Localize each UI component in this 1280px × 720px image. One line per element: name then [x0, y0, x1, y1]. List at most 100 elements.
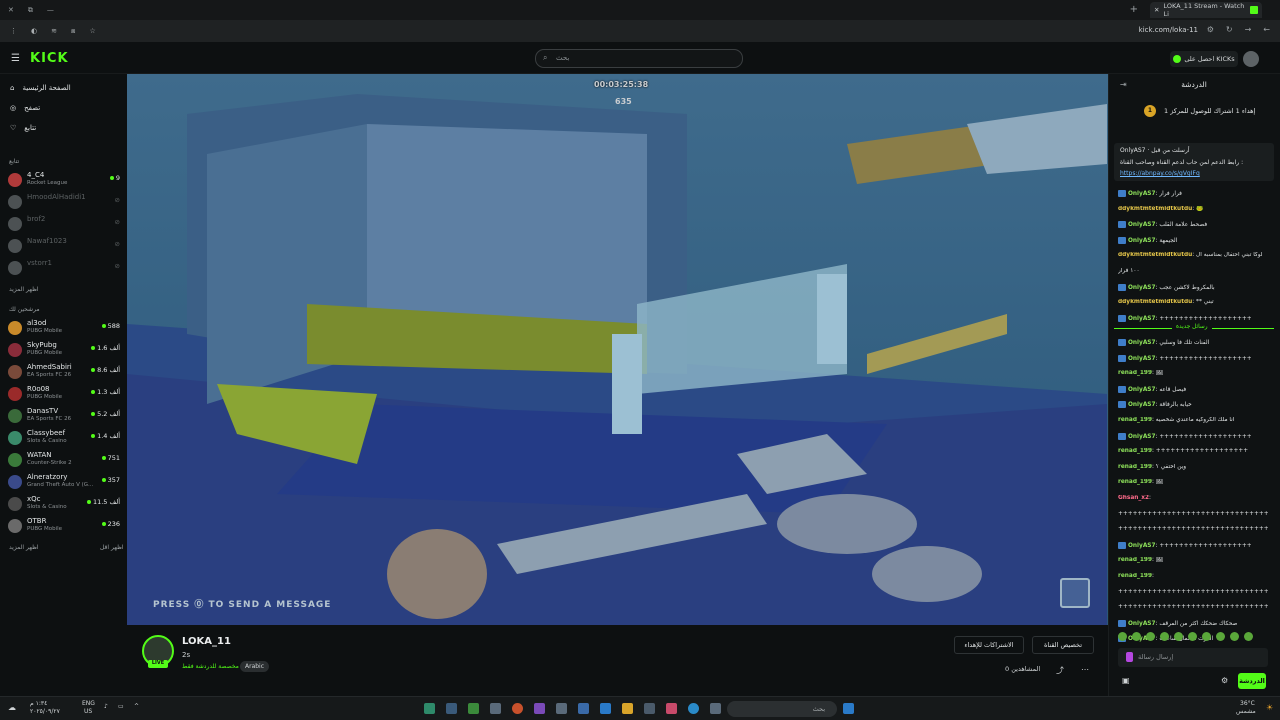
- chat-username[interactable]: renad_199: [1118, 417, 1152, 423]
- video-player[interactable]: [127, 74, 1108, 625]
- emote-icon[interactable]: [1188, 632, 1197, 641]
- gift-icon[interactable]: ▣: [1122, 676, 1130, 685]
- hamburger-menu-icon[interactable]: ☰: [11, 53, 20, 64]
- bookmark-star-icon[interactable]: ☆: [89, 27, 95, 36]
- app-icon[interactable]: [534, 703, 545, 714]
- forward-icon[interactable]: →: [1245, 25, 1252, 34]
- sidebar-channel[interactable]: Nawaf1023 ⊘: [8, 236, 120, 256]
- chat-username[interactable]: OnlyAS7: [1128, 387, 1156, 393]
- app-icon[interactable]: [490, 703, 501, 714]
- kick-logo[interactable]: KICK: [30, 51, 69, 66]
- restore-window-icon[interactable]: ⧉: [28, 6, 33, 15]
- sidebar-channel[interactable]: Classybeef Slots & Casino 1.4 ألف: [8, 428, 120, 448]
- chat-username[interactable]: OnlyAS7: [1128, 238, 1156, 244]
- app-icon[interactable]: [666, 703, 677, 714]
- app-icon[interactable]: [556, 703, 567, 714]
- chat-username[interactable]: ddykmtmtetmidtkutdu: [1118, 252, 1192, 258]
- stream-category[interactable]: مخصصة للدردشة فقط: [182, 663, 239, 670]
- profile-icon[interactable]: ◐: [31, 27, 37, 36]
- chat-username[interactable]: OnlyAS7: [1128, 340, 1156, 346]
- chat-send-button[interactable]: الدردشة: [1238, 673, 1266, 689]
- chat-settings-icon[interactable]: ⚙: [1221, 676, 1228, 685]
- sidebar-channel[interactable]: SkyPubg PUBG Mobile 1.6 ألف: [8, 340, 120, 360]
- edge-icon[interactable]: [688, 703, 699, 714]
- chrome-icon[interactable]: [512, 703, 523, 714]
- url-field[interactable]: kick.com/loka-11: [1139, 26, 1198, 34]
- pinned-link[interactable]: https://abnpay.co/s/gVgIFq: [1120, 170, 1200, 177]
- browser-tab[interactable]: ✕ LOKA_11 Stream - Watch Li: [1150, 2, 1262, 18]
- streamer-name[interactable]: LOKA_11: [182, 636, 231, 647]
- chat-username[interactable]: renad_199: [1118, 573, 1152, 579]
- app-icon[interactable]: [644, 703, 655, 714]
- close-window-icon[interactable]: ✕: [8, 6, 14, 15]
- chat-username[interactable]: OnlyAS7: [1128, 222, 1156, 228]
- emote-icon[interactable]: [1230, 632, 1239, 641]
- task-view-icon[interactable]: [710, 703, 721, 714]
- emote-icon[interactable]: [1160, 632, 1169, 641]
- sidebar-channel[interactable]: OTBR PUBG Mobile 236: [8, 516, 120, 536]
- sidebar-channel[interactable]: brof2 ⊘: [8, 214, 120, 234]
- show-more-following-link[interactable]: اظهر المزيد: [9, 286, 39, 293]
- taskbar-search[interactable]: بحث: [727, 701, 837, 717]
- file-explorer-icon[interactable]: [622, 703, 633, 714]
- show-less-link[interactable]: اظهر اقل: [100, 544, 124, 551]
- sidebar-channel[interactable]: HmoodAlHadidi1 ⊘: [8, 192, 120, 212]
- new-tab-icon[interactable]: +: [1130, 4, 1138, 15]
- gift-goal-banner[interactable]: 1 إهداء 1 اشتراك للوصول للمركز 1: [1114, 102, 1274, 122]
- sidebar-channel[interactable]: al3od PUBG Mobile 588: [8, 318, 120, 338]
- chat-username[interactable]: OnlyAS7: [1128, 356, 1156, 362]
- back-icon[interactable]: ←: [1263, 25, 1270, 34]
- emote-icon[interactable]: [1216, 632, 1225, 641]
- chat-username[interactable]: renad_199: [1118, 557, 1152, 563]
- chat-username[interactable]: renad_199: [1118, 464, 1152, 470]
- site-info-icon[interactable]: ⚙: [1207, 25, 1214, 34]
- emote-icon[interactable]: [1244, 632, 1253, 641]
- battery-icon[interactable]: ▭: [118, 703, 124, 710]
- close-tab-icon[interactable]: ✕: [1154, 6, 1159, 14]
- sidebar-channel[interactable]: AhmedSabiri EA Sports FC 26 8.6 ألف: [8, 362, 120, 382]
- puzzle-icon[interactable]: ⧈: [71, 27, 75, 36]
- sidebar-channel[interactable]: vstorr1 ⊘: [8, 258, 120, 278]
- extensions-icon[interactable]: ≋: [51, 27, 57, 36]
- search-input[interactable]: ⌕ بحث: [535, 49, 743, 68]
- user-avatar[interactable]: [1243, 51, 1259, 67]
- sidebar-channel[interactable]: Alneratzory Grand Theft Auto V (G... 357: [8, 472, 120, 492]
- sidebar-channel[interactable]: xQc Slots & Casino 11.5 ألف: [8, 494, 120, 514]
- emote-icon[interactable]: [1146, 632, 1155, 641]
- chat-username[interactable]: OnlyAS7: [1128, 621, 1156, 627]
- collapse-chat-icon[interactable]: ⇥: [1120, 80, 1127, 89]
- show-more-link[interactable]: اظهر المزيد: [9, 544, 39, 551]
- menu-dots-icon[interactable]: ⋮: [10, 27, 17, 36]
- chat-username[interactable]: Ghsan_x2: [1118, 495, 1149, 501]
- chat-username[interactable]: OnlyAS7: [1128, 543, 1156, 549]
- emote-icon[interactable]: [1202, 632, 1211, 641]
- xbox-icon[interactable]: [468, 703, 479, 714]
- nav-browse[interactable]: ◎ تصفح: [10, 104, 40, 112]
- chat-username[interactable]: ddykmtmtetmidtkutdu: [1118, 206, 1192, 212]
- chat-username[interactable]: OnlyAS7: [1128, 191, 1156, 197]
- chat-username[interactable]: OnlyAS7: [1128, 285, 1156, 291]
- start-icon[interactable]: [843, 703, 854, 714]
- chat-username[interactable]: renad_199: [1118, 479, 1152, 485]
- emote-icon[interactable]: [1118, 632, 1127, 641]
- sidebar-channel[interactable]: 4_C4 Rocket League 9: [8, 170, 120, 190]
- nav-home[interactable]: ⌂ الصفحة الرئيسية: [10, 84, 71, 92]
- chat-username[interactable]: renad_199: [1118, 448, 1152, 454]
- app-icon[interactable]: [424, 703, 435, 714]
- sidebar-channel[interactable]: DanasTV EA Sports FC 26 5.2 ألف: [8, 406, 120, 426]
- emote-icon[interactable]: [1132, 632, 1141, 641]
- more-options-icon[interactable]: ⋯: [1081, 665, 1089, 674]
- reload-icon[interactable]: ↻: [1226, 25, 1233, 34]
- share-icon[interactable]: ⤴: [1056, 665, 1064, 676]
- emote-picker-icon[interactable]: [1126, 652, 1133, 662]
- chat-username[interactable]: OnlyAS7: [1128, 402, 1156, 408]
- language-tag[interactable]: Arabic: [240, 661, 270, 672]
- get-kicks-button[interactable]: احصل على KICKs: [1170, 51, 1238, 67]
- sidebar-channel[interactable]: WATAN Counter-Strike 2 751: [8, 450, 120, 470]
- chat-username[interactable]: ddykmtmtetmidtkutdu: [1118, 299, 1192, 305]
- emote-icon[interactable]: [1174, 632, 1183, 641]
- chat-input[interactable]: إرسال رسالة: [1118, 648, 1268, 667]
- pinned-username[interactable]: OnlyAS7: [1120, 147, 1145, 154]
- sidebar-channel[interactable]: R0o08 PUBG Mobile 1.3 ألف: [8, 384, 120, 404]
- chat-username[interactable]: OnlyAS7: [1128, 434, 1156, 440]
